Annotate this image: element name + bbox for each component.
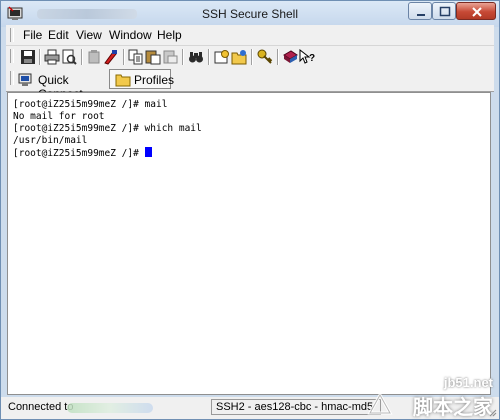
menu-view[interactable]: View [76,28,102,42]
blurred-host-region [67,403,153,413]
maximize-button[interactable] [432,2,456,20]
close-button[interactable] [456,2,496,20]
color-icon[interactable] [103,49,119,65]
print-icon[interactable] [44,49,60,65]
minimize-icon [417,14,425,16]
quick-connect-button[interactable]: Quick Connect [16,70,108,101]
terminal-area[interactable]: [root@iZ25i5m99meZ /]# mail No mail for … [7,92,491,395]
title-bar[interactable]: SSH Secure Shell [1,1,499,27]
quick-connect-icon [18,73,32,86]
watermark-logo-icon [367,391,393,415]
terminal-line: /usr/bin/mail [13,135,88,146]
help-book-icon[interactable] [282,49,298,65]
profiles-icon[interactable] [231,49,247,65]
menu-window[interactable]: Window [109,28,152,42]
settings-icon[interactable] [214,49,230,65]
toolbar-separator [182,49,184,65]
terminal-line: [root@iZ25i5m99meZ /]# mail [13,99,168,110]
toolbar-separator [208,49,210,65]
print-preview-icon[interactable] [61,49,77,65]
paste-icon[interactable] [145,49,161,65]
profiles-label: Profiles [134,73,175,87]
paste-keyboard-icon[interactable] [162,49,178,65]
toolbar-separator [81,49,83,65]
terminal-prompt: [root@iZ25i5m99meZ /]# [13,148,145,159]
toolbar-separator [277,49,279,65]
toolbar: ? [6,46,494,68]
menu-bar: File Edit View Window Help [6,25,494,46]
terminal-line: No mail for root [13,111,105,122]
terminal-line: [root@iZ25i5m99meZ /]# which mail [13,123,202,134]
app-window: SSH Secure Shell File Edit View Window H… [0,0,500,420]
connection-status: Connected to [8,401,74,413]
save-icon[interactable] [20,49,36,65]
minimize-button[interactable] [408,2,432,20]
quickbar-grip[interactable] [10,71,14,85]
terminal-prompt-line: [root@iZ25i5m99meZ /]# [13,147,152,159]
menu-file[interactable]: File [23,28,42,42]
context-help-icon[interactable]: ? [299,49,315,65]
maximize-icon [439,6,451,17]
svg-text:?: ? [309,53,315,64]
site-watermark: jb51.net 脚本之家 [366,369,499,419]
menu-edit[interactable]: Edit [48,28,69,42]
menubar-grip[interactable] [10,28,14,42]
terminal-cursor [144,147,152,157]
close-icon [472,7,482,17]
paste-disabled-icon[interactable] [86,49,102,65]
toolbar-separator [39,49,41,65]
folder-icon [115,74,131,87]
watermark-site-name: 脚本之家 [413,395,493,419]
copy-icon[interactable] [128,49,144,65]
profiles-button[interactable]: Profiles [109,69,175,89]
find-icon[interactable] [188,49,204,65]
key-icon[interactable] [257,49,273,65]
toolbar-separator [251,49,253,65]
toolbar-separator [123,49,125,65]
quick-connect-bar: Quick Connect Profiles [6,68,494,101]
watermark-url: jb51.net [443,375,493,390]
toolbar-grip[interactable] [10,49,14,63]
menu-help[interactable]: Help [157,28,182,42]
cipher-status: SSH2 - aes128-cbc - hmac-md5 [211,399,381,415]
resize-grip-icon[interactable] [487,407,497,417]
